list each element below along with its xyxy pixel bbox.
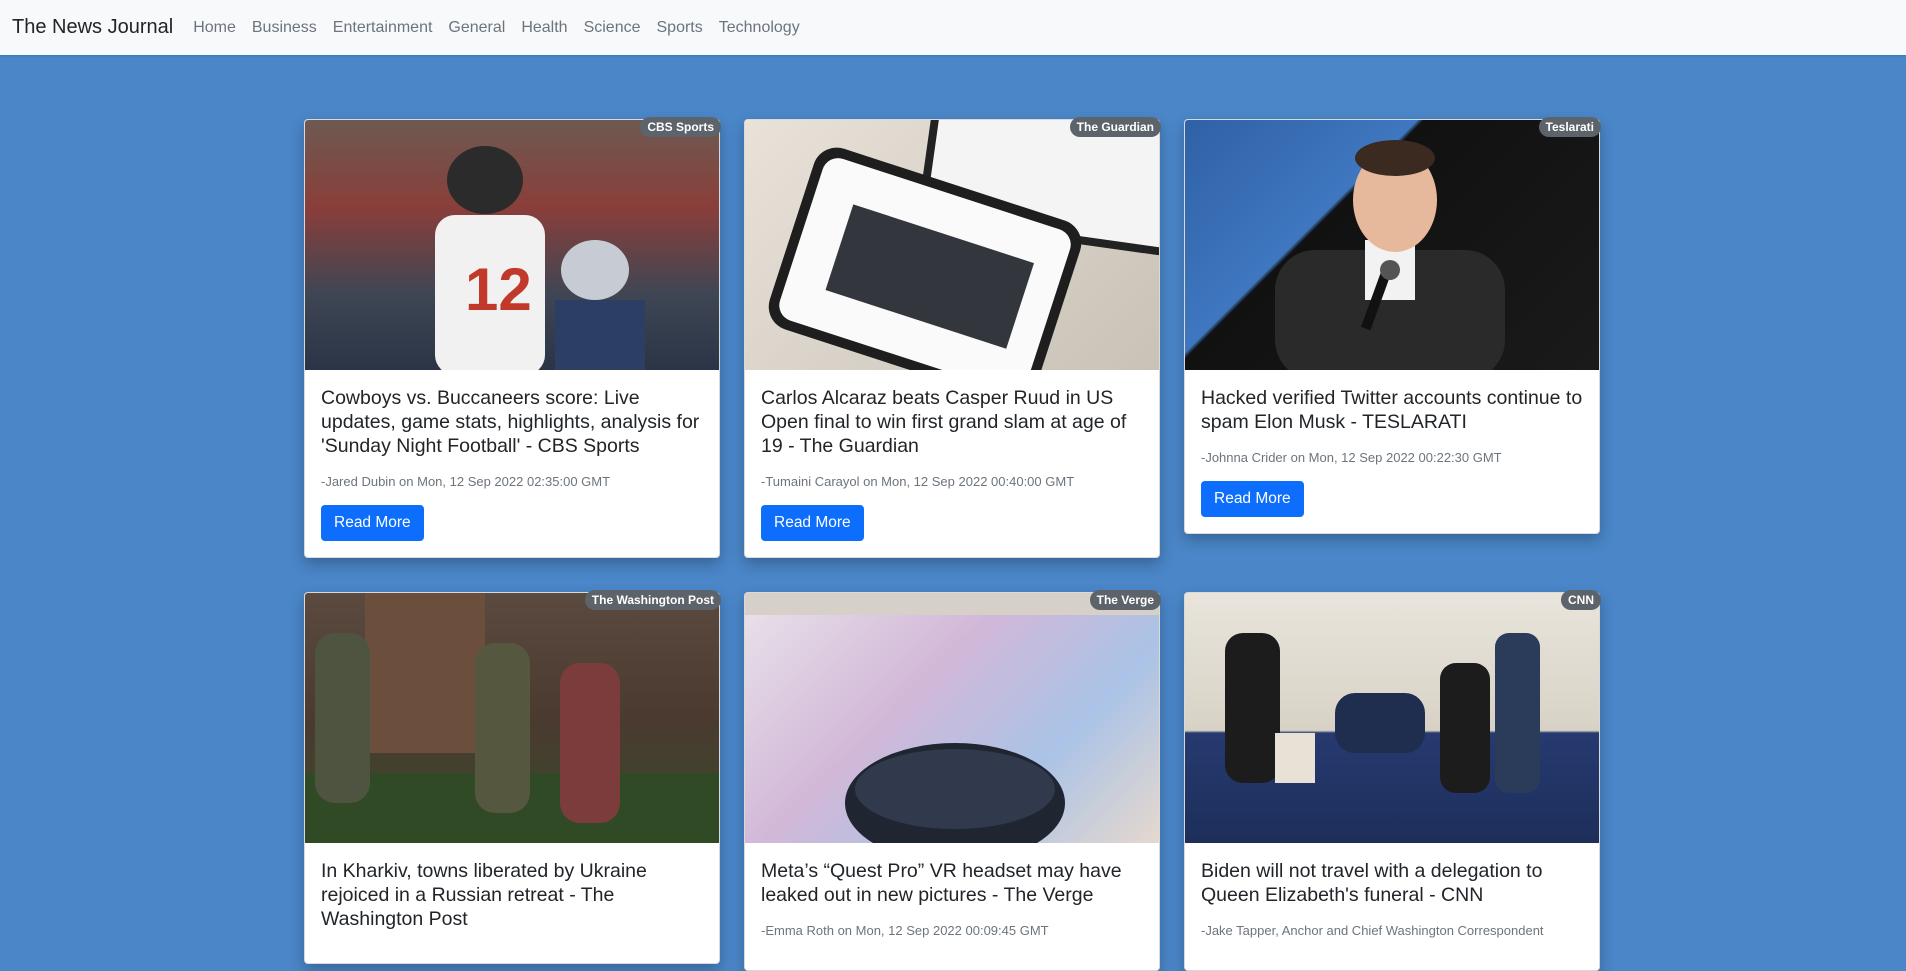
- source-badge: Teslarati: [1538, 117, 1601, 137]
- headset-illustration: [745, 593, 1159, 843]
- nav-link-science[interactable]: Science: [576, 19, 649, 37]
- card-body: In Kharkiv, towns liberated by Ukraine r…: [305, 843, 719, 963]
- card-title: Carlos Alcaraz beats Casper Ruud in US O…: [761, 387, 1127, 457]
- news-card-grid: CBS Sports 12 Cowboys vs. Buccaneers sco…: [304, 117, 1601, 971]
- card-title: Cowboys vs. Buccaneers score: Live updat…: [321, 387, 700, 457]
- source-badge: The Verge: [1089, 590, 1161, 610]
- card-author-date: -Johnna Crider on Mon, 12 Sep 2022 00:22…: [1201, 450, 1502, 465]
- top-navbar: The News Journal Home Business Entertain…: [0, 0, 1906, 55]
- card-author-date: -Emma Roth on Mon, 12 Sep 2022 00:09:45 …: [761, 923, 1049, 938]
- source-badge: The Washington Post: [584, 590, 721, 610]
- soldiers-ruins-image: [305, 593, 719, 843]
- news-card: CBS Sports 12 Cowboys vs. Buccaneers sco…: [304, 117, 721, 558]
- card-body: Hacked verified Twitter accounts continu…: [1185, 370, 1599, 533]
- nav-links: Home Business Entertainment General Heal…: [185, 19, 808, 37]
- football-illustration: 12: [435, 146, 645, 370]
- read-more-button[interactable]: Read More: [761, 505, 864, 541]
- card-author-date: -Tumaini Carayol on Mon, 12 Sep 2022 00:…: [761, 474, 1075, 489]
- nav-link-entertainment[interactable]: Entertainment: [325, 19, 441, 37]
- news-card: The Guardian Carlos Alcaraz beats Casper…: [744, 117, 1161, 558]
- soldiers-illustration: [305, 593, 719, 843]
- card-body: Cowboys vs. Buccaneers score: Live updat…: [305, 370, 719, 557]
- card-title: Biden will not travel with a delegation …: [1201, 860, 1543, 906]
- card-title: Meta’s “Quest Pro” VR headset may have l…: [761, 860, 1122, 906]
- card-author-date: -Jake Tapper, Anchor and Chief Washingto…: [1201, 923, 1544, 938]
- card-body: Biden will not travel with a delegation …: [1185, 843, 1599, 970]
- phone-illustration: [768, 120, 1159, 370]
- source-badge: The Guardian: [1069, 117, 1161, 137]
- news-card: CNN Biden will not travel with a delegat…: [1184, 590, 1601, 971]
- speaker-illustration: [1275, 140, 1505, 370]
- speaker-microphone-image: [1185, 120, 1599, 370]
- nav-link-technology[interactable]: Technology: [711, 19, 808, 37]
- card-body: Meta’s “Quest Pro” VR headset may have l…: [745, 843, 1159, 970]
- svg-text:12: 12: [465, 256, 532, 323]
- condolence-book-image: [1185, 593, 1599, 843]
- news-card: The Verge Meta’s “Quest Pro” VR headset …: [744, 590, 1161, 971]
- nav-link-health[interactable]: Health: [513, 19, 575, 37]
- signing-illustration: [1225, 633, 1540, 793]
- nav-link-home[interactable]: Home: [185, 19, 244, 37]
- card-title: Hacked verified Twitter accounts continu…: [1201, 387, 1583, 433]
- read-more-button[interactable]: Read More: [321, 505, 424, 541]
- nav-link-sports[interactable]: Sports: [649, 19, 711, 37]
- card-title: In Kharkiv, towns liberated by Ukraine r…: [321, 860, 647, 930]
- news-card: The Washington Post In Kharkiv, towns li…: [304, 590, 721, 964]
- nav-link-business[interactable]: Business: [244, 19, 325, 37]
- read-more-button[interactable]: Read More: [1201, 481, 1304, 517]
- news-card: Teslarati Hacked verified Twitter accoun…: [1184, 117, 1601, 534]
- phone-news-app-image: [745, 120, 1159, 370]
- card-author-date: -Jared Dubin on Mon, 12 Sep 2022 02:35:0…: [321, 474, 611, 489]
- card-body: Carlos Alcaraz beats Casper Ruud in US O…: [745, 370, 1159, 557]
- vr-headset-image: [745, 593, 1159, 843]
- brand-logo-link[interactable]: The News Journal: [12, 16, 173, 39]
- nav-link-general[interactable]: General: [440, 19, 513, 37]
- source-badge: CBS Sports: [640, 117, 721, 137]
- source-badge: CNN: [1561, 590, 1601, 610]
- football-quarterback-image: 12: [305, 120, 719, 370]
